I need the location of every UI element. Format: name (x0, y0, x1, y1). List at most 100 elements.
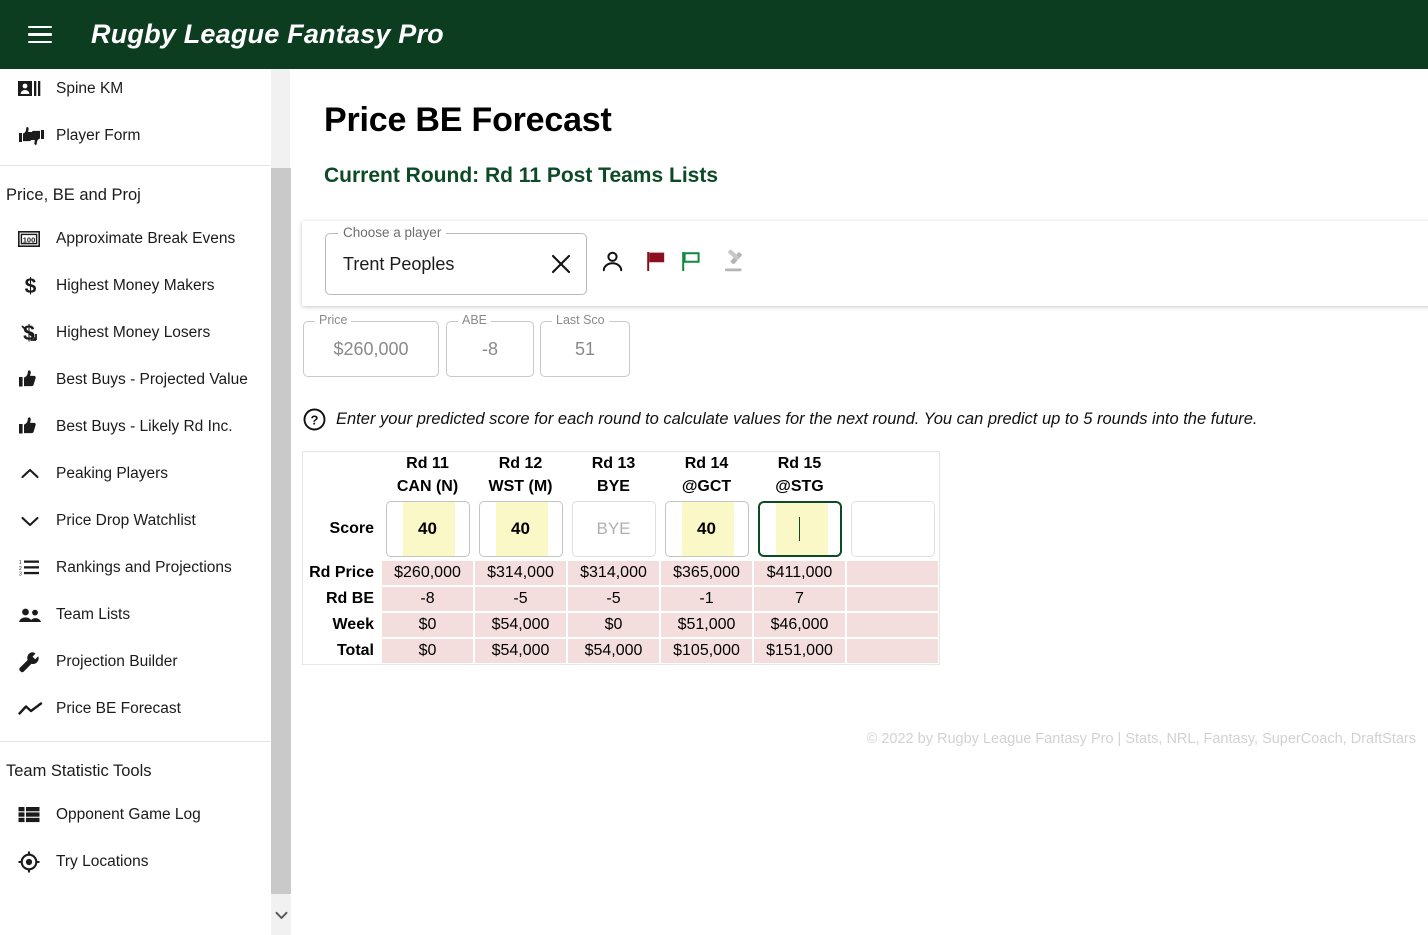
last-score-field: Last Sco 51 (540, 313, 630, 377)
sidebar-item-label: Price BE Forecast (56, 699, 181, 717)
trend-line-icon (18, 701, 48, 716)
close-x-icon[interactable] (550, 253, 572, 275)
app-header: Rugby League Fantasy Pro (0, 0, 1428, 69)
sidebar-item-approximate-break-evens[interactable]: 100 Approximate Break Evens (0, 215, 270, 262)
score-cell-rd15 (753, 498, 846, 560)
sidebar-item-label: Spine KM (56, 79, 124, 97)
cell-week-extra (846, 612, 939, 639)
cell-week-rd11: $0 (381, 612, 474, 639)
cell-week-rd15: $46,000 (753, 612, 846, 639)
sidebar-item-highest-money-makers[interactable]: $ Highest Money Makers (0, 262, 270, 309)
round-label: Rd 14 (684, 455, 729, 472)
sidebar-item-price-be-forecast[interactable]: Price BE Forecast (0, 685, 270, 732)
sidebar-item-opponent-game-log[interactable]: Opponent Game Log (0, 791, 270, 838)
sidebar-scrollbar[interactable] (270, 69, 291, 935)
text-caret (798, 517, 801, 542)
score-cell-rd13: BYE (567, 498, 660, 560)
thumbs-up-icon (18, 369, 48, 390)
green-flag-icon[interactable] (679, 249, 704, 274)
gavel-icon[interactable] (722, 249, 749, 275)
sidebar-item-projection-builder[interactable]: Projection Builder (0, 638, 270, 685)
chevron-up-icon (18, 467, 48, 481)
sidebar-item-label: Rankings and Projections (56, 558, 232, 576)
cell-rd-be-rd13: -5 (567, 586, 660, 613)
sidebar-item-label: Best Buys - Projected Value (56, 370, 248, 388)
app-title: Rugby League Fantasy Pro (91, 19, 444, 49)
svg-text:?: ? (311, 413, 319, 428)
sidebar-item-label: Try Locations (56, 852, 149, 870)
main-content: Price BE Forecast Current Round: Rd 11 P… (291, 69, 1428, 935)
score-cell-rd11: 40 (381, 498, 474, 560)
score-input-rd11[interactable]: 40 (385, 501, 470, 558)
player-select-value: Trent Peoples (343, 253, 455, 274)
row-label-rd-be: Rd BE (303, 586, 381, 613)
sidebar-item-label: Highest Money Losers (56, 323, 211, 341)
cell-week-rd14: $51,000 (660, 612, 753, 639)
cell-rd-price-rd14: $365,000 (660, 560, 753, 587)
cell-rd-price-rd15: $411,000 (753, 560, 846, 587)
column-header-rd14: Rd 14 @GCT (660, 452, 753, 498)
column-header-rd12: Rd 12 WST (M) (474, 452, 567, 498)
cell-rd-be-rd14: -1 (660, 586, 753, 613)
sidebar: Spine KM Player Form Price, BE and Proj … (0, 69, 270, 935)
table-row: Rd BE -8 -5 -5 -1 7 (303, 586, 939, 613)
score-input-rd15[interactable] (757, 501, 842, 558)
sidebar-section-team-statistic-tools: Team Statistic Tools (6, 762, 152, 780)
menu-bar (28, 40, 52, 44)
table-header-row: Rd 11 CAN (N) Rd 12 WST (M) Rd 13 BYE Rd… (303, 452, 939, 499)
input-autofill (775, 503, 828, 556)
sidebar-item-team-lists[interactable]: Team Lists (0, 591, 270, 638)
score-value: 40 (697, 519, 716, 539)
sidebar-item-peaking-players[interactable]: Peaking Players (0, 450, 270, 497)
round-label: Rd 12 (498, 455, 543, 472)
cell-rd-price-extra (846, 560, 939, 587)
last-score-value: 51 (574, 338, 596, 359)
round-label: Rd 15 (777, 455, 822, 472)
score-input-extra[interactable] (850, 501, 935, 558)
sidebar-item-spine-km[interactable]: Spine KM (0, 69, 270, 112)
forecast-table: Rd 11 CAN (N) Rd 12 WST (M) Rd 13 BYE Rd… (302, 451, 940, 666)
price-field: Price $260,000 (303, 313, 439, 377)
score-value: 40 (418, 519, 437, 539)
cell-total-rd11: $0 (381, 638, 474, 665)
opponent-label: BYE (597, 478, 630, 496)
people-icon (18, 607, 48, 623)
last-score-legend: Last Sco (552, 313, 609, 327)
score-input-rd13-bye: BYE (571, 501, 656, 558)
sidebar-item-player-form[interactable]: Player Form (0, 112, 270, 159)
page-title: Price BE Forecast (324, 101, 612, 139)
sidebar-item-rankings-and-projections[interactable]: 1 2 3 Rankings and Projections (0, 544, 270, 591)
scrollbar-down-arrow-button[interactable] (271, 895, 291, 935)
price-legend: Price (315, 313, 352, 327)
opponent-label: @GCT (681, 478, 732, 496)
hamburger-menu-icon[interactable] (17, 12, 63, 58)
sidebar-item-price-drop-watchlist[interactable]: Price Drop Watchlist (0, 497, 270, 544)
row-label-total: Total (303, 638, 381, 665)
red-flag-icon[interactable] (644, 249, 669, 274)
cell-rd-price-rd13: $314,000 (567, 560, 660, 587)
sidebar-item-label: Team Lists (56, 605, 131, 623)
sidebar-item-label: Price Drop Watchlist (56, 511, 196, 529)
sidebar-item-label: Projection Builder (56, 652, 178, 670)
chevron-down-icon (275, 911, 287, 919)
sidebar-item-best-buys-projected-value[interactable]: Best Buys - Projected Value (0, 356, 270, 403)
player-select-field[interactable]: Choose a player Trent Peoples (325, 225, 587, 295)
sidebar-item-best-buys-likely-rd-inc[interactable]: Best Buys - Likely Rd Inc. (0, 403, 270, 450)
dollar-sign-icon: $ (18, 275, 48, 297)
sidebar-item-try-locations[interactable]: Try Locations (0, 838, 270, 885)
price-value: $260,000 (333, 338, 409, 359)
sidebar-scrollbar-thumb[interactable] (271, 168, 291, 894)
score-input-rd12[interactable]: 40 (478, 501, 563, 558)
score-input-rd14[interactable]: 40 (664, 501, 749, 558)
cell-rd-be-rd11: -8 (381, 586, 474, 613)
table-row: Rd Price $260,000 $314,000 $314,000 $365… (303, 560, 939, 587)
abe-value: -8 (481, 338, 498, 359)
sidebar-item-highest-money-losers[interactable]: $ Highest Money Losers (0, 309, 270, 356)
column-header-rd11: Rd 11 CAN (N) (381, 452, 474, 498)
thumbs-up-down-icon (18, 126, 48, 146)
target-icon (18, 851, 48, 873)
player-profile-icon[interactable] (600, 249, 625, 274)
sidebar-item-label: Best Buys - Likely Rd Inc. (56, 417, 233, 435)
sidebar-item-label: Peaking Players (56, 464, 169, 482)
footer-copyright: © 2022 by Rugby League Fantasy Pro | Sta… (866, 731, 1416, 747)
